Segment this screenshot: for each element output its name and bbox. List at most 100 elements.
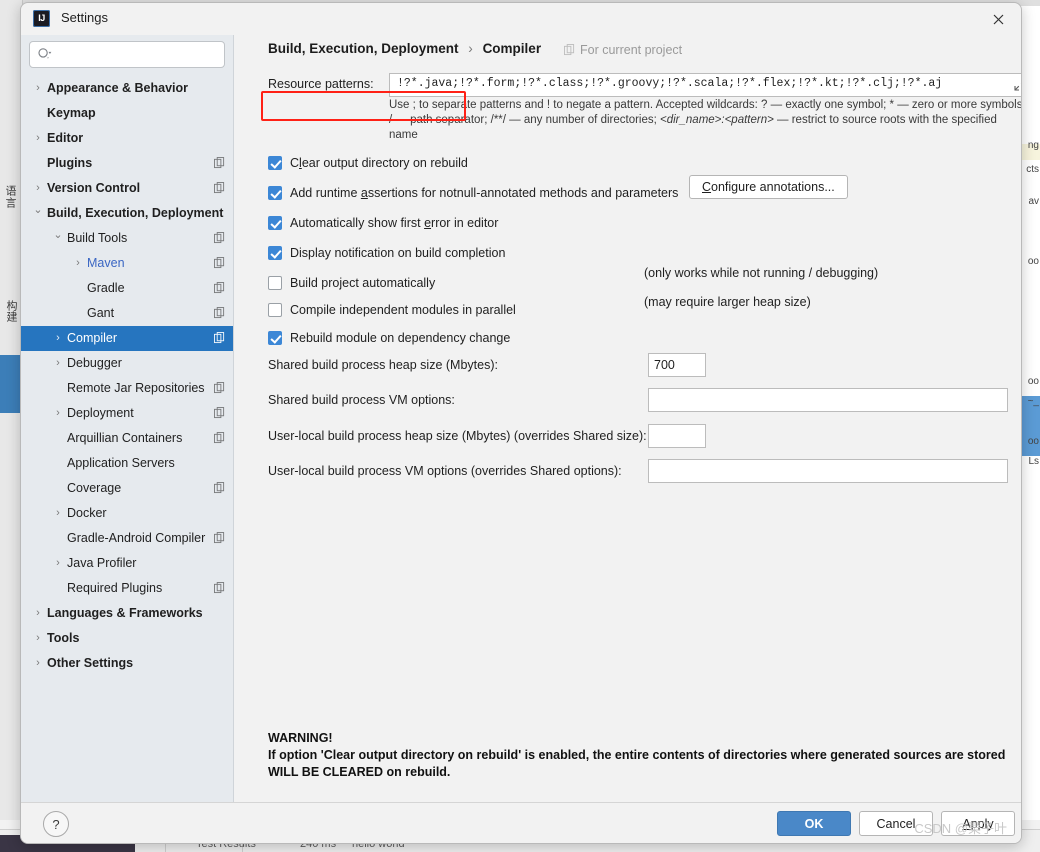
resource-patterns-input[interactable] [395,76,999,91]
checkbox-rebuild-module-on-dependency-change[interactable]: Rebuild module on dependency change [268,328,510,349]
background-right-text-0: ng [1027,140,1039,151]
field-input-2[interactable] [648,424,706,448]
background-right-text-7: Ls [1028,456,1039,467]
sidebar-item-label: Debugger [67,356,122,370]
checkbox-box-icon[interactable] [268,216,282,230]
configure-annotations-mnemonic: C [702,180,712,194]
background-left-tool-label-1: 语言 [4,185,16,209]
checkbox-box-icon[interactable] [268,276,282,290]
background-right-text-5: ~_ [1027,396,1039,407]
ok-button[interactable]: OK [777,811,851,836]
sidebar-item-build-tools[interactable]: ⌄ Build Tools [21,226,233,251]
field-input-1[interactable] [648,388,1008,412]
configure-annotations-button[interactable]: Configure annotations... [689,175,848,199]
checkbox-compile-independent-modules-in-parallel[interactable]: Compile independent modules in parallel [268,300,516,321]
field-input-3[interactable] [648,459,1008,483]
checkbox-automatically-show-first-error-in-editor[interactable]: Automatically show first error in editor [268,213,498,234]
sidebar-item-maven[interactable]: › Maven [21,251,233,276]
checkbox-clear-output-directory-on-rebuild[interactable]: Clear output directory on rebuild [268,153,468,174]
sidebar-item-label: Plugins [47,156,93,170]
background-left-selected-tool [0,355,22,413]
expand-icon[interactable] [1013,78,1022,92]
chevron-right-icon[interactable]: › [51,351,65,376]
sidebar-item-keymap[interactable]: Keymap [21,101,233,126]
sidebar-item-debugger[interactable]: › Debugger [21,351,233,376]
sidebar-item-label: Editor [47,131,84,145]
checkbox-box-icon[interactable] [268,303,282,317]
sidebar-item-label: Gant [87,306,115,320]
checkbox-box-icon[interactable] [268,156,282,170]
field-label-1: Shared build process VM options: [268,393,455,407]
checkbox-box-icon[interactable] [268,186,282,200]
project-scope-icon [214,307,225,319]
project-scope-icon [214,532,225,544]
breadcrumb-current: Compiler [482,41,542,56]
breadcrumb: Build, Execution, Deployment › Compiler [268,41,541,56]
warning-title: WARNING! [268,731,333,745]
project-scope-icon [214,582,225,594]
chevron-down-icon[interactable]: ⌄ [51,223,65,248]
sidebar-item-label: Remote Jar Repositories [67,381,205,395]
sidebar-item-label: Other Settings [47,656,134,670]
chevron-right-icon[interactable]: › [51,326,65,351]
apply-label-rest: pply [970,816,994,831]
help-text-dir-pattern: <dir_name>:<pattern> [660,114,774,126]
dialog-titlebar: IJ Settings [21,3,1021,35]
project-scope-icon [214,182,225,194]
sidebar-item-coverage[interactable]: Coverage [21,476,233,501]
sidebar-item-languages-frameworks[interactable]: › Languages & Frameworks [21,601,233,626]
sidebar-item-deployment[interactable]: › Deployment [21,401,233,426]
cancel-button[interactable]: Cancel [859,811,933,836]
sidebar-item-compiler[interactable]: › Compiler [21,326,233,351]
checkbox-box-icon[interactable] [268,246,282,260]
chevron-right-icon[interactable]: › [31,601,45,626]
apply-button[interactable]: Apply [941,811,1015,836]
sidebar-item-java-profiler[interactable]: › Java Profiler [21,551,233,576]
chevron-right-icon[interactable]: › [31,76,45,101]
search-container [21,35,233,72]
chevron-right-icon[interactable]: › [51,501,65,526]
sidebar-item-required-plugins[interactable]: Required Plugins [21,576,233,601]
breadcrumb-separator-icon: › [468,41,473,56]
chevron-right-icon[interactable]: › [31,626,45,651]
breadcrumb-parent[interactable]: Build, Execution, Deployment [268,41,459,56]
project-scope-icon [564,44,575,56]
field-label-3: User-local build process VM options (ove… [268,464,622,478]
sidebar-item-appearance-behavior[interactable]: › Appearance & Behavior [21,76,233,101]
sidebar-item-gant[interactable]: Gant [21,301,233,326]
sidebar-item-plugins[interactable]: Plugins [21,151,233,176]
chevron-right-icon[interactable]: › [31,651,45,676]
checkbox-box-icon[interactable] [268,331,282,345]
sidebar-item-gradle-android-compiler[interactable]: Gradle-Android Compiler [21,526,233,551]
sidebar-item-tools[interactable]: › Tools [21,626,233,651]
chevron-right-icon[interactable]: › [71,251,85,276]
checkbox-label: Rebuild module on dependency change [290,331,511,345]
close-icon[interactable] [985,7,1011,31]
sidebar-item-gradle[interactable]: Gradle [21,276,233,301]
sidebar-item-editor[interactable]: › Editor [21,126,233,151]
sidebar-item-version-control[interactable]: › Version Control [21,176,233,201]
sidebar-item-remote-jar-repositories[interactable]: Remote Jar Repositories [21,376,233,401]
checkbox-build-project-automatically[interactable]: Build project automatically [268,273,435,294]
search-box[interactable] [29,41,225,68]
sidebar-item-label: Tools [47,631,80,645]
sidebar-item-application-servers[interactable]: Application Servers [21,451,233,476]
help-icon[interactable]: ? [43,811,69,837]
checkbox-label: Compile independent modules in parallel [290,303,516,317]
resource-patterns-field[interactable] [389,73,1022,97]
project-scope-icon [214,432,225,444]
sidebar-item-docker[interactable]: › Docker [21,501,233,526]
close-glyph [993,14,1003,24]
sidebar-item-other-settings[interactable]: › Other Settings [21,651,233,676]
sidebar-item-arquillian-containers[interactable]: Arquillian Containers [21,426,233,451]
chevron-right-icon[interactable]: › [51,401,65,426]
checkbox-add-runtime-assertions-for-notnull-annotated-methods-and-parameters[interactable]: Add runtime assertions for notnull-annot… [268,183,678,204]
apply-label: Apply [962,817,993,831]
checkbox-label: Display notification on build completion [290,246,506,260]
checkbox-display-notification-on-build-completion[interactable]: Display notification on build completion [268,243,505,264]
chevron-down-icon[interactable]: ⌄ [31,198,45,223]
search-input[interactable] [58,42,220,67]
chevron-right-icon[interactable]: › [51,551,65,576]
field-input-0[interactable] [648,353,706,377]
chevron-right-icon[interactable]: › [31,126,45,151]
